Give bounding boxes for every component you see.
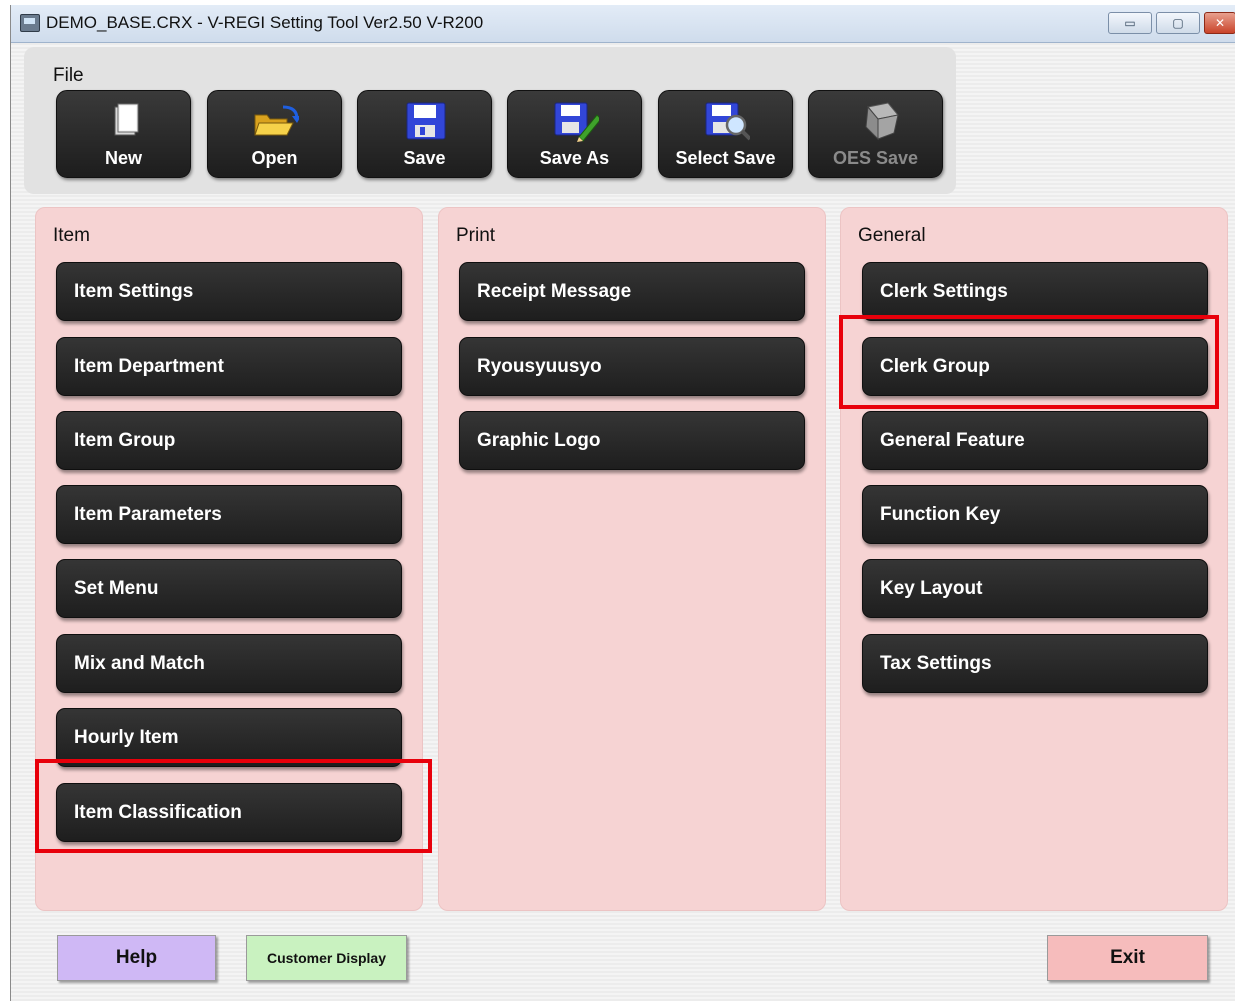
new-button-label: New (104, 148, 142, 168)
function-key-button[interactable]: Function Key (862, 485, 1208, 544)
app-icon (20, 14, 40, 32)
save-as-button-label: Save As (539, 148, 610, 168)
key-layout-button[interactable]: Key Layout (862, 559, 1208, 618)
exit-button[interactable]: Exit (1047, 935, 1208, 981)
floppy-disk-pencil-icon (554, 102, 599, 142)
open-button[interactable]: Open (207, 90, 342, 178)
clerk-settings-label: Clerk Settings (880, 281, 1008, 302)
new-button[interactable]: New (56, 90, 191, 178)
select-save-button-label: Select Save (675, 148, 776, 168)
general-feature-label: General Feature (880, 430, 1025, 451)
receipt-message-button[interactable]: Receipt Message (459, 262, 805, 321)
tax-settings-label: Tax Settings (880, 653, 992, 674)
tax-settings-button[interactable]: Tax Settings (862, 634, 1208, 693)
new-document-icon (114, 103, 139, 136)
item-group-label: Item Group (74, 430, 176, 451)
graphic-logo-label: Graphic Logo (477, 430, 601, 451)
item-department-button[interactable]: Item Department (56, 337, 402, 396)
window-title: DEMO_BASE.CRX - V-REGI Setting Tool Ver2… (46, 13, 484, 32)
save-as-button[interactable]: Save As (507, 90, 642, 178)
item-settings-button[interactable]: Item Settings (56, 262, 402, 321)
item-section-title: Item (53, 225, 90, 246)
save-button[interactable]: Save (357, 90, 492, 178)
title-bar: DEMO_BASE.CRX - V-REGI Setting Tool Ver2… (11, 5, 1235, 43)
item-settings-label: Item Settings (74, 281, 194, 302)
maximize-button[interactable]: ▢ (1156, 12, 1200, 34)
minimize-button[interactable]: ▭ (1108, 12, 1152, 34)
open-button-label: Open (251, 148, 298, 168)
item-parameters-label: Item Parameters (74, 504, 222, 525)
clerk-settings-button[interactable]: Clerk Settings (862, 262, 1208, 321)
ryousyuusyo-button[interactable]: Ryousyuusyo (459, 337, 805, 396)
oes-package-icon (865, 102, 899, 141)
close-button[interactable]: ✕ (1204, 12, 1235, 34)
general-feature-button[interactable]: General Feature (862, 411, 1208, 470)
oes-save-button[interactable]: OES Save (808, 90, 943, 178)
floppy-disk-magnifier-icon (705, 102, 750, 141)
graphic-logo-button[interactable]: Graphic Logo (459, 411, 805, 470)
customer-display-button[interactable]: Customer Display (246, 935, 407, 981)
key-layout-label: Key Layout (880, 578, 983, 599)
mix-and-match-label: Mix and Match (74, 653, 205, 674)
item-department-label: Item Department (74, 356, 224, 377)
floppy-disk-icon (406, 102, 446, 140)
item-parameters-button[interactable]: Item Parameters (56, 485, 402, 544)
oes-save-button-label: OES Save (832, 148, 919, 168)
set-menu-label: Set Menu (74, 578, 159, 599)
function-key-label: Function Key (880, 504, 1001, 525)
highlight-item-classification (35, 759, 432, 853)
help-button[interactable]: Help (57, 935, 216, 981)
item-group-button[interactable]: Item Group (56, 411, 402, 470)
open-folder-icon (254, 105, 299, 136)
set-menu-button[interactable]: Set Menu (56, 559, 402, 618)
ryousyuusyo-label: Ryousyuusyo (477, 356, 602, 377)
highlight-clerk-group (839, 315, 1219, 409)
general-section-title: General (858, 225, 926, 246)
select-save-button[interactable]: Select Save (658, 90, 793, 178)
mix-and-match-button[interactable]: Mix and Match (56, 634, 402, 693)
print-section-title: Print (456, 225, 496, 246)
receipt-message-label: Receipt Message (477, 281, 632, 302)
save-button-label: Save (403, 148, 446, 168)
file-panel-title: File (53, 65, 84, 86)
hourly-item-label: Hourly Item (74, 727, 179, 748)
